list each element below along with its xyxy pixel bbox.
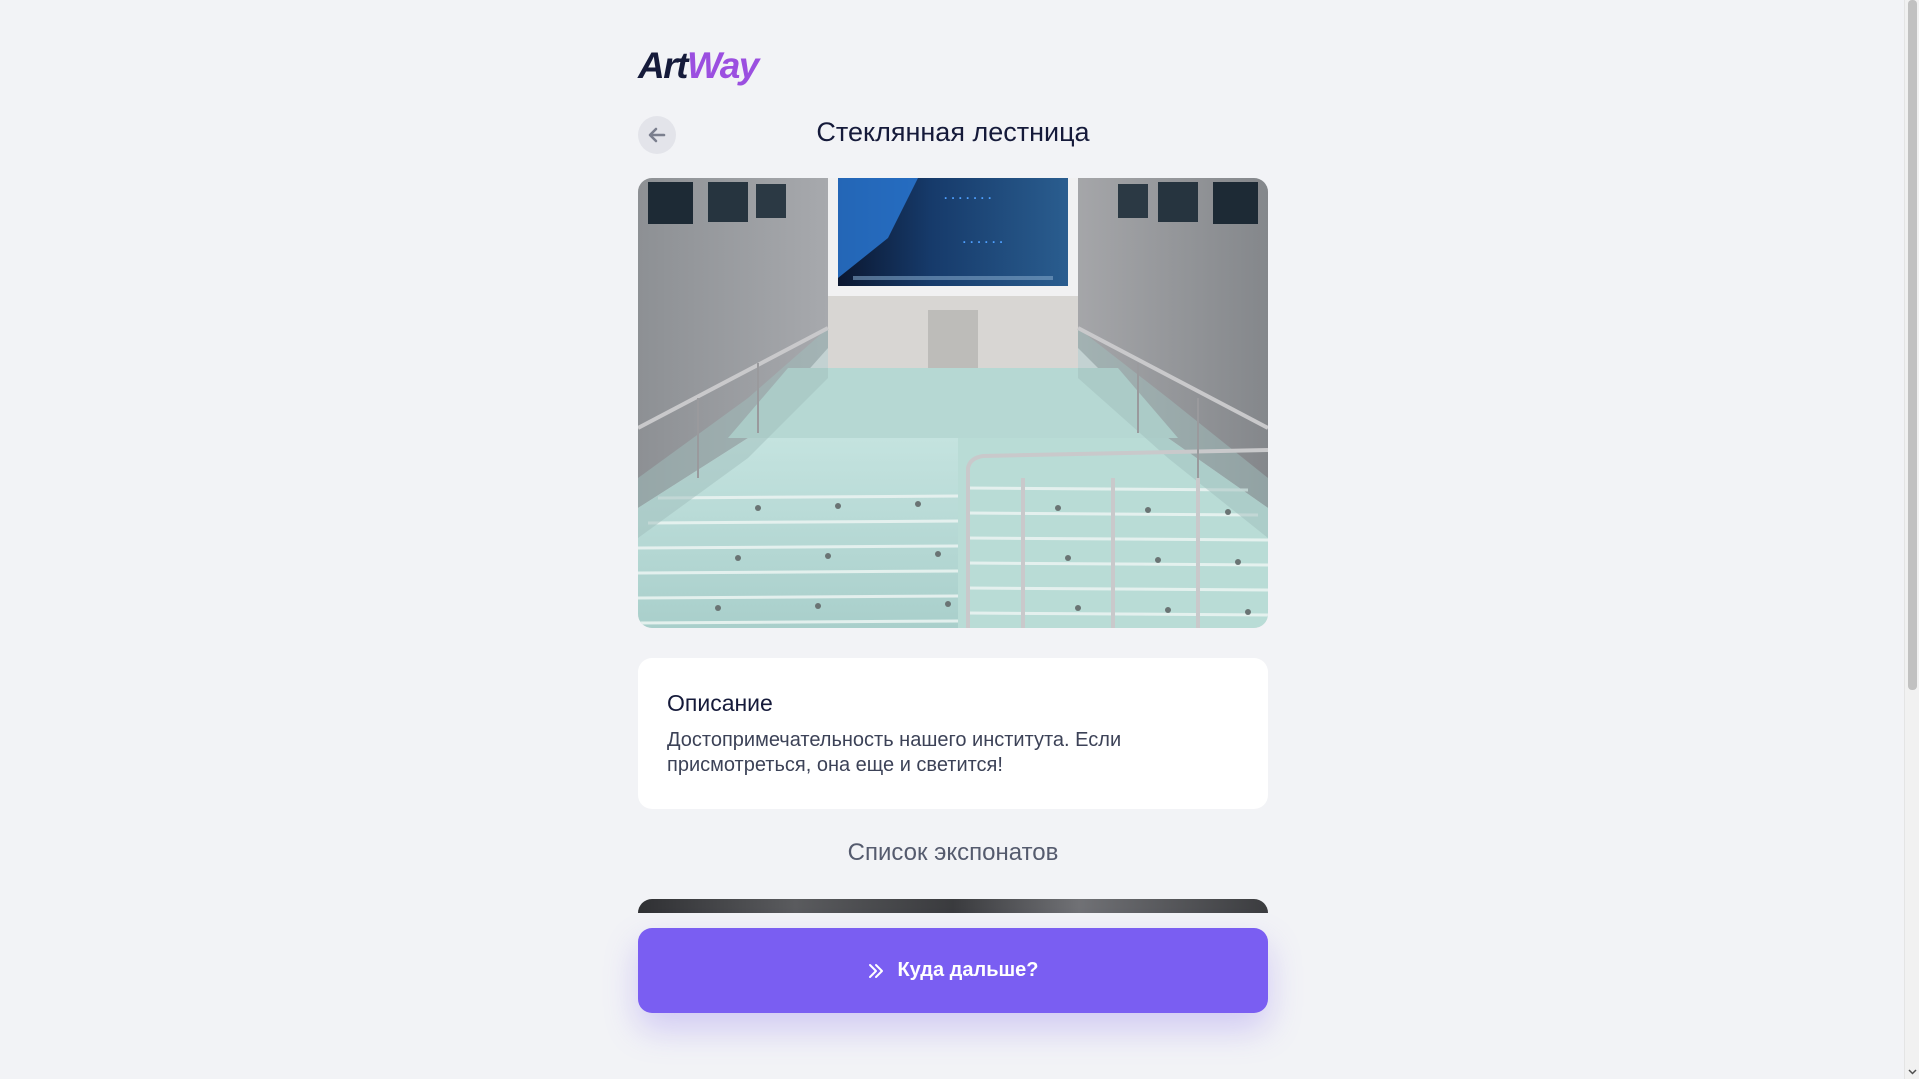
description-text: Достопримечательность нашего института. …: [667, 729, 1122, 776]
description-card: Описание Достопримечательность нашего ин…: [638, 658, 1268, 809]
artway-logo[interactable]: ArtWay: [638, 44, 759, 88]
exhibit-card-preview[interactable]: [638, 899, 1268, 913]
logo-text-art: Art: [638, 45, 688, 86]
vertical-scrollbar[interactable]: [1904, 0, 1919, 1079]
exhibit-photo[interactable]: · · · · · · · · · · · · ·: [638, 178, 1268, 628]
exhibits-list-title: Список экспонатов: [847, 839, 1059, 866]
svg-text:· · · · · · ·: · · · · · · ·: [944, 191, 992, 205]
where-next-button[interactable]: Куда дальше?: [638, 928, 1268, 1013]
glass-staircase-photo: · · · · · · · · · · · · ·: [638, 178, 1268, 628]
scroll-down-icon[interactable]: [1907, 1066, 1918, 1077]
where-next-label: Куда дальше?: [897, 959, 1039, 981]
logo-text-way: Way: [686, 45, 759, 86]
scrollbar-thumb[interactable]: [1908, 0, 1917, 690]
page-title: Стеклянная лестница: [816, 117, 1090, 147]
double-chevron-right-icon: [869, 963, 884, 978]
description-title: Описание: [667, 690, 773, 716]
svg-text:· · · · · ·: · · · · · ·: [963, 235, 1004, 249]
